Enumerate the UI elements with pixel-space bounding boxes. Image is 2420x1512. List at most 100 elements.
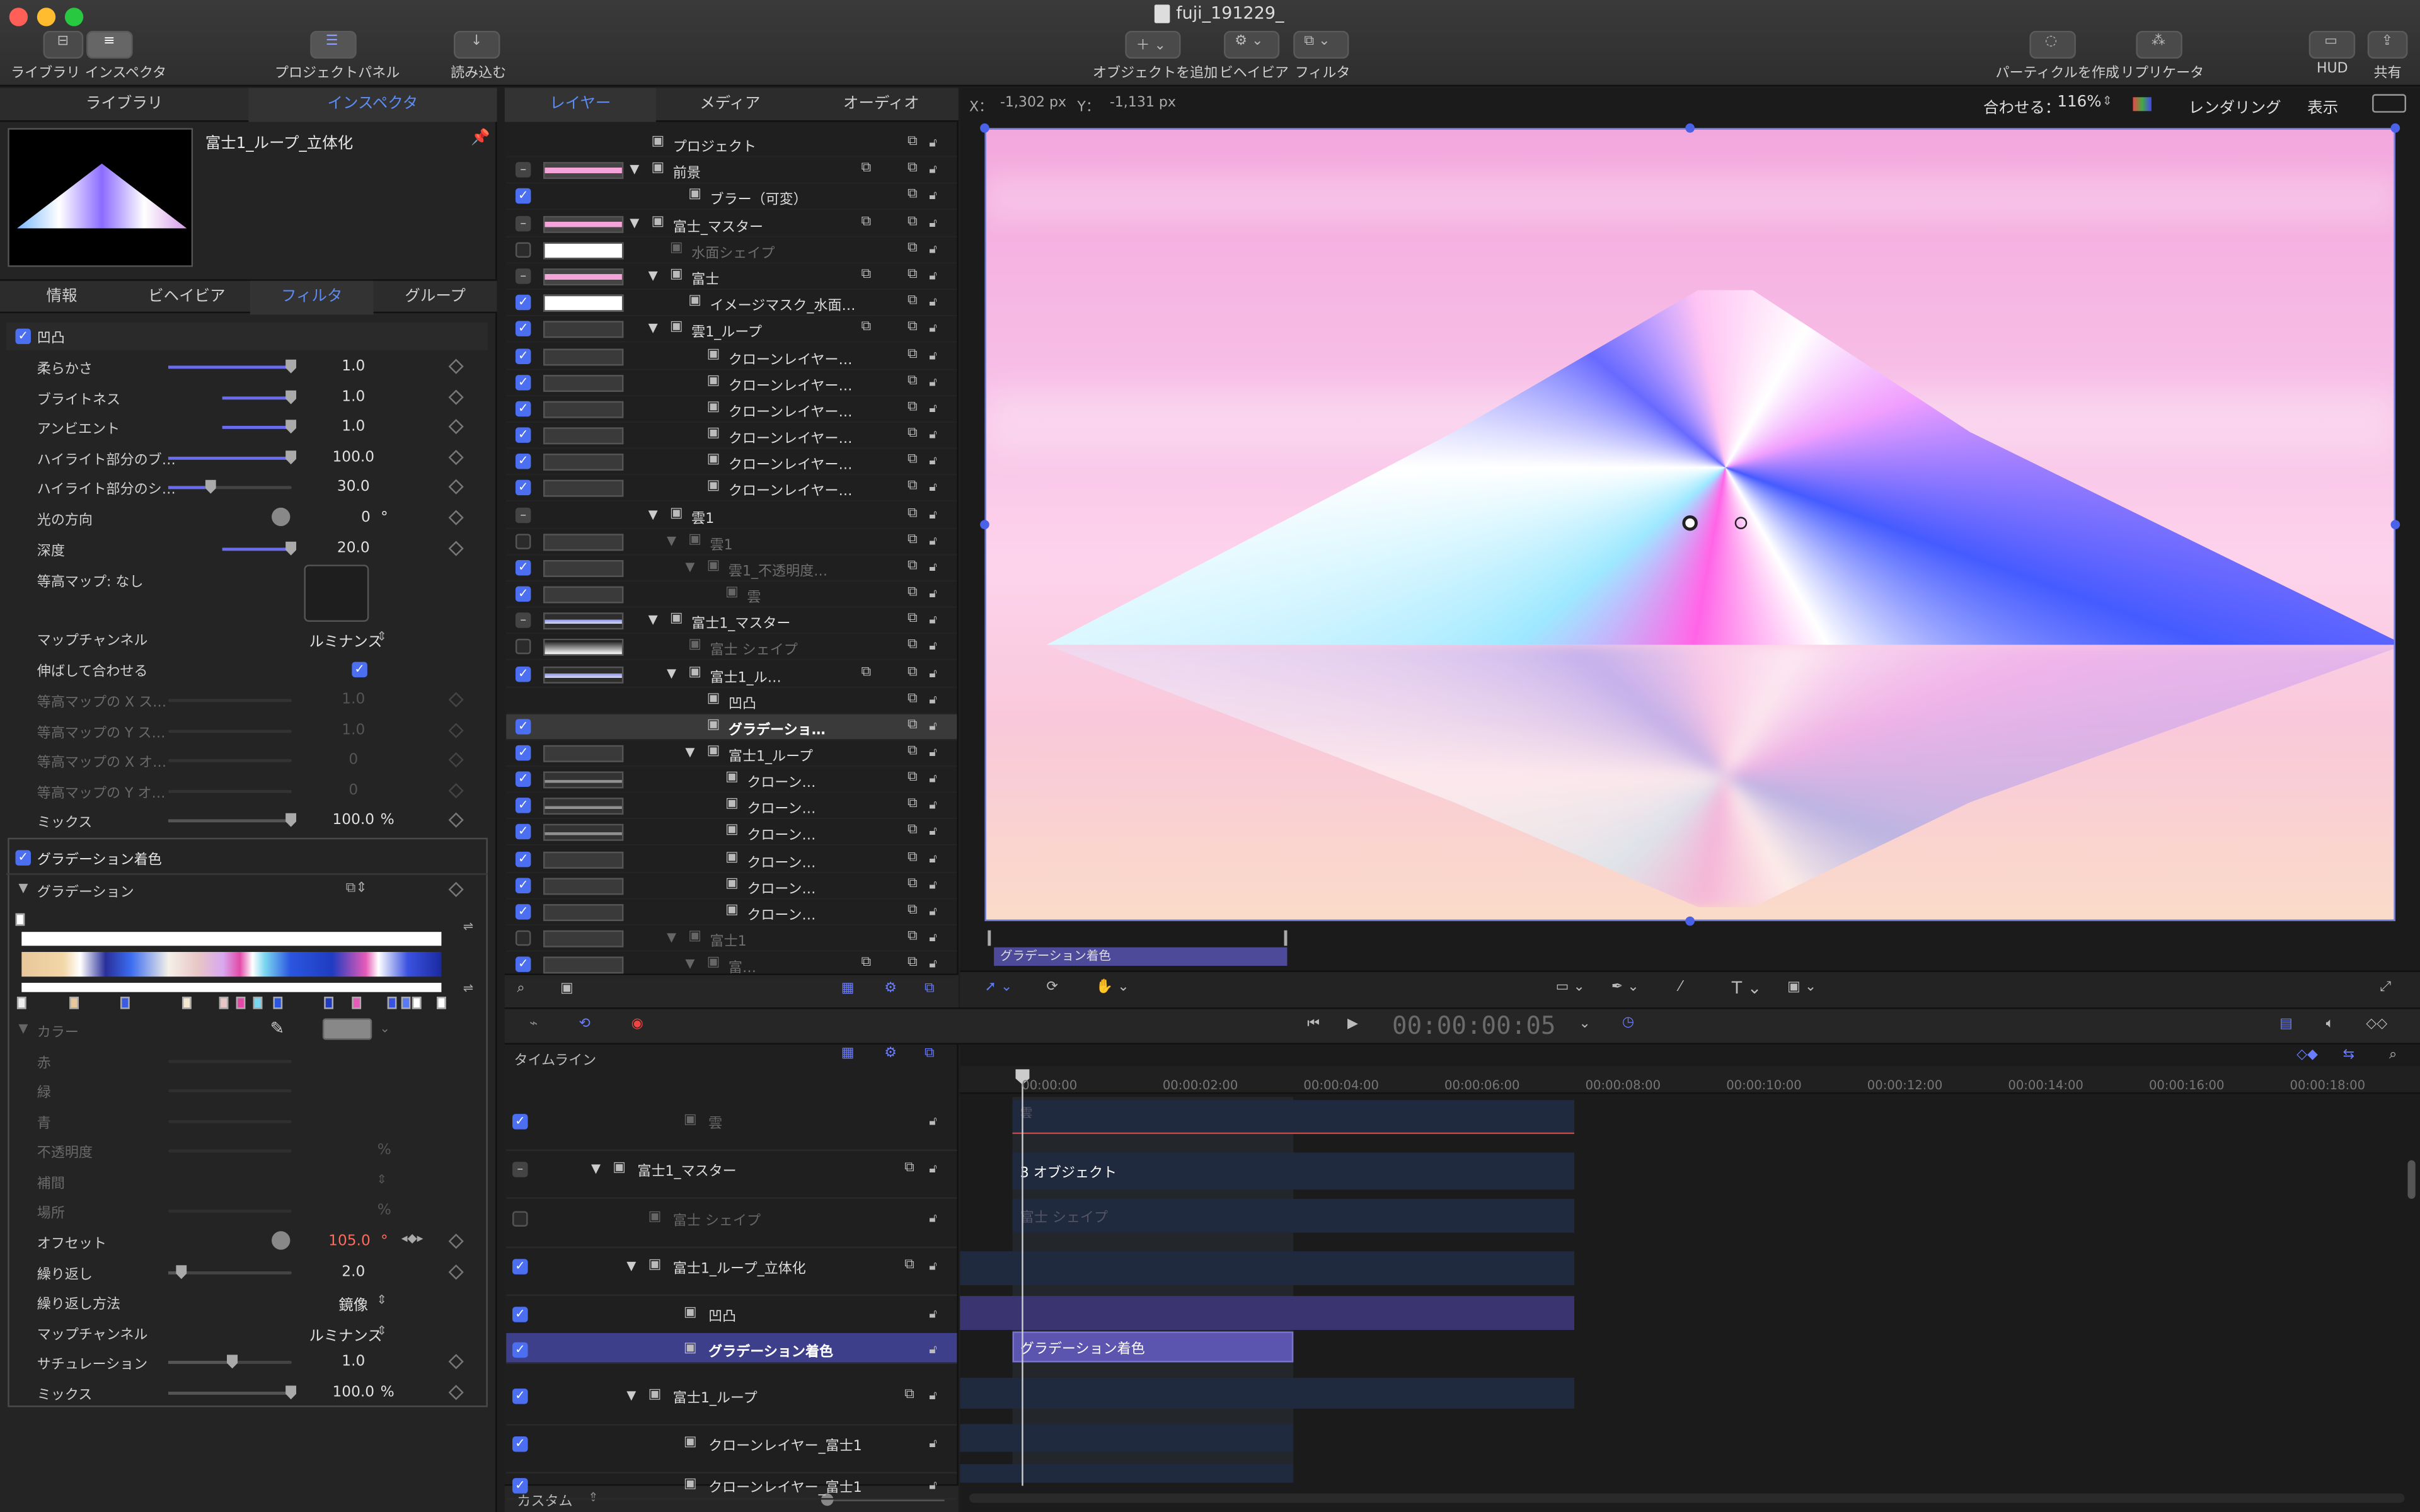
layer-options-icon[interactable]: ⧉ <box>908 770 918 785</box>
tab-info[interactable]: 情報 <box>0 281 124 315</box>
audio-mute-icon[interactable]: ⌁ <box>529 1017 538 1032</box>
isolate-icon[interactable]: ⧉ <box>861 214 872 229</box>
hand-tool-icon[interactable]: ✋ ⌄ <box>1096 980 1129 995</box>
lock-icon[interactable]: 🔓︎ <box>929 1436 944 1452</box>
mix-slider[interactable] <box>168 1385 297 1400</box>
disclosure-triangle-icon[interactable]: ▼ <box>648 268 658 282</box>
layer-row[interactable]: ✓ ▼ ▣ 雲1_不透明度… ⧉ 🔓︎ <box>506 556 957 582</box>
param-value[interactable]: 0 <box>315 509 371 526</box>
layer-row[interactable]: ▼ ▣ 富士1 ⧉ 🔓︎ <box>506 925 957 953</box>
shape-tool-icon[interactable]: ▭ ⌄ <box>1556 980 1585 995</box>
color-channels-icon[interactable] <box>2133 97 2152 112</box>
color-tag[interactable] <box>219 997 229 1009</box>
layer-options-icon[interactable]: ⧉ <box>908 319 918 335</box>
lock-icon[interactable]: 🔓︎ <box>929 216 944 231</box>
layer-options-icon[interactable]: ⧉ <box>904 1387 914 1402</box>
disclosure-triangle-icon[interactable]: ▼ <box>667 931 676 944</box>
layer-options-icon[interactable]: ⧉ <box>908 611 918 626</box>
stretch-checkbox[interactable]: ✓ <box>352 662 367 678</box>
layer-options-icon[interactable]: ⧉ <box>908 161 918 176</box>
layer-options-icon[interactable]: ⧉ <box>908 347 918 362</box>
lock-icon[interactable]: 🔓︎ <box>929 348 944 364</box>
lock-icon[interactable]: 🔓︎ <box>929 1259 944 1274</box>
layer-options-icon[interactable]: ⧉ <box>908 452 918 467</box>
keyframe-icon[interactable] <box>448 812 464 828</box>
isolate-icon[interactable]: ⧉ <box>861 161 872 176</box>
lock-icon[interactable]: 🔓︎ <box>929 1211 944 1226</box>
layer-visibility-checkbox[interactable] <box>515 638 531 655</box>
layer-row[interactable]: ✓ ▼ ▣ 富士1_ループ ⧉ 🔓︎ <box>506 741 957 767</box>
timeline-row[interactable]: ✓ ▣ 雲 🔓︎ <box>506 1104 957 1151</box>
keyframe-icon[interactable] <box>448 881 464 897</box>
timeline-row[interactable]: ✓ ▣ グラデーション着色 🔓︎ <box>506 1332 957 1364</box>
lock-icon[interactable]: 🔓︎ <box>929 375 944 390</box>
close-window-button[interactable] <box>9 8 28 26</box>
lock-icon[interactable]: 🔓︎ <box>929 188 944 203</box>
param-value[interactable]: 1.0 <box>315 389 392 406</box>
lock-icon[interactable]: 🔓︎ <box>929 508 944 523</box>
layer-visibility-checkbox[interactable]: ✓ <box>515 294 531 311</box>
lock-icon[interactable]: 🔓︎ <box>929 1307 944 1322</box>
layer-row[interactable]: ✓ ▣ グラデーショ… ⧉ 🔓︎ <box>506 714 957 741</box>
minimize-window-button[interactable] <box>37 8 56 26</box>
tab-library[interactable]: ライブラリ <box>0 88 248 122</box>
checker-icon[interactable]: ▦ <box>841 982 855 997</box>
layer-options-icon[interactable]: ⧉ <box>908 718 918 733</box>
search-icon[interactable]: ⌕ <box>517 982 524 997</box>
disclosure-triangle-icon[interactable]: ▼ <box>667 667 676 680</box>
track-bar-clone[interactable] <box>960 1464 1294 1483</box>
gradient-preset-icon[interactable]: ⧉⇕ <box>346 881 367 896</box>
track-bar-cloud[interactable]: 雲 <box>1012 1100 1574 1135</box>
gear-icon[interactable]: ⚙ <box>884 982 897 997</box>
filter-bump-enable-checkbox[interactable]: ✓ <box>15 328 31 345</box>
project-panel-button[interactable]: ☰ <box>310 30 357 59</box>
layer-visibility-checkbox[interactable]: ✓ <box>515 851 531 868</box>
timeline-row[interactable]: ✓ ▼ ▣ 富士1_ループ ⧉ 🔓︎ <box>506 1379 957 1426</box>
keyframe-icon[interactable] <box>448 1354 464 1370</box>
opacity-gradient-bar[interactable] <box>21 932 442 946</box>
hud-button[interactable]: ▭ <box>2308 30 2356 59</box>
disclosure-triangle-icon[interactable]: ▼ <box>685 956 694 970</box>
view-menu[interactable]: 表示 <box>2307 94 2338 117</box>
layer-options-icon[interactable]: ⧉ <box>908 850 918 865</box>
keyframe-icon[interactable] <box>448 419 464 435</box>
color-tag[interactable] <box>253 997 263 1009</box>
layer-visibility-checkbox[interactable] <box>515 930 531 946</box>
param-value[interactable]: 2.0 <box>315 1264 392 1281</box>
color-tag[interactable] <box>437 997 446 1009</box>
color-tag[interactable] <box>401 997 411 1009</box>
layer-visibility-checkbox[interactable]: ✓ <box>515 348 531 364</box>
keyframe-icon[interactable] <box>448 1264 464 1280</box>
share-button[interactable]: ⇪ <box>2367 30 2408 59</box>
handle[interactable] <box>1685 916 1695 926</box>
color-gradient-bar[interactable] <box>21 952 442 977</box>
layer-visibility-checkbox[interactable]: – <box>515 215 531 232</box>
layer-visibility-checkbox[interactable]: ✓ <box>515 666 531 682</box>
gradient-reverse-icon[interactable]: ⇌ <box>463 982 473 995</box>
keyframe-icon[interactable] <box>448 450 464 466</box>
isolate-icon[interactable]: ⧉ <box>861 665 872 680</box>
lock-icon[interactable]: 🔓︎ <box>929 1343 944 1358</box>
track-visibility-checkbox[interactable]: ✓ <box>512 1307 528 1322</box>
keyframe-icon[interactable] <box>448 1385 464 1400</box>
layer-options-icon[interactable]: ⧉ <box>908 743 918 759</box>
layer-visibility-checkbox[interactable] <box>515 242 531 258</box>
filters-button[interactable]: ⧉ ⌄ <box>1293 30 1349 59</box>
zoom-icon[interactable]: ⌕ <box>2389 1048 2397 1063</box>
keyframe-icon[interactable] <box>448 389 464 405</box>
track-visibility-checkbox[interactable]: – <box>512 1162 528 1177</box>
layer-visibility-checkbox[interactable]: ✓ <box>515 904 531 920</box>
param-value[interactable]: 1.0 <box>315 1353 392 1370</box>
layer-row[interactable]: ✓ ▣ クローンレイヤー… ⧉ 🔓︎ <box>506 449 957 476</box>
depth-slider[interactable] <box>222 541 297 556</box>
keyframe-nav-icon[interactable]: ◂◆▸ <box>401 1231 424 1245</box>
lock-icon[interactable]: 🔓︎ <box>929 956 944 971</box>
tab-inspector[interactable]: インスペクタ <box>248 88 497 122</box>
disclosure-triangle-icon[interactable]: ▼ <box>18 1021 28 1035</box>
filter-gradient-colorize-enable-checkbox[interactable]: ✓ <box>15 850 31 866</box>
layout-icon[interactable] <box>2372 94 2406 113</box>
layer-row[interactable]: ✓ ▣ イメージマスク_水面… ⧉ 🔓︎ <box>506 290 957 317</box>
inspector-button[interactable]: ≡ <box>86 30 133 59</box>
vertical-scrollbar[interactable] <box>2407 1160 2416 1199</box>
angle-dial[interactable] <box>272 1231 291 1250</box>
